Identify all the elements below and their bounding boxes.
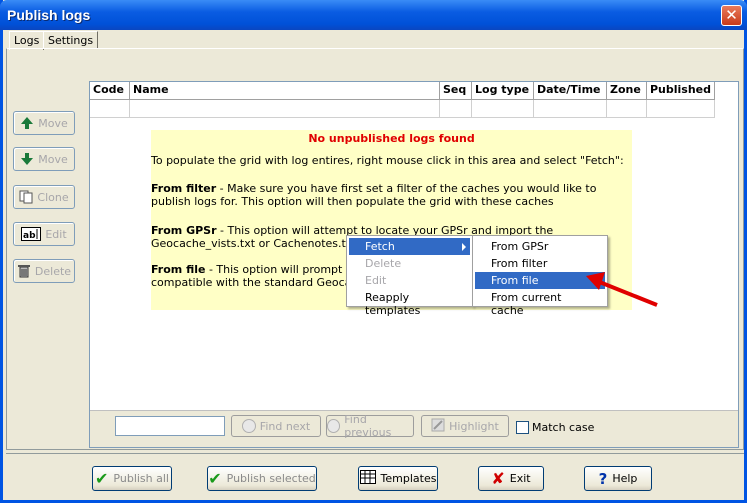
info-file-head: From file	[151, 263, 206, 276]
publish-logs-window: Publish logs ✕ Logs Settings Move Move C…	[0, 0, 747, 503]
check-icon: ✔	[95, 468, 109, 488]
close-icon: ✕	[725, 6, 738, 24]
clone-icon	[19, 190, 33, 204]
clone-button[interactable]: Clone	[13, 185, 75, 209]
arrow-up-icon	[20, 116, 34, 130]
edit-label: Edit	[45, 227, 67, 241]
col-published[interactable]: Published	[647, 82, 715, 100]
info-filter-text: - Make sure you have first set a filter …	[151, 182, 597, 208]
move-up-button[interactable]: Move	[13, 111, 75, 135]
title-bar[interactable]: Publish logs ✕	[0, 0, 747, 30]
submenu-item-from-gpsr[interactable]: From GPSr	[475, 238, 605, 255]
find-previous-button[interactable]: Find previous	[326, 413, 414, 439]
publish-all-button[interactable]: ✔ Publish all	[92, 466, 172, 491]
edit-button[interactable]: ab Edit	[13, 222, 75, 246]
menu-item-edit-label: Edit	[365, 274, 387, 287]
info-gpsr-head: From GPSr	[151, 224, 217, 237]
highlight-label: Highlight	[449, 419, 499, 433]
grid-header: Code Name Seq Log type Date/Time Zone Pu…	[90, 82, 715, 100]
edit-icon: ab	[21, 227, 42, 241]
move-up-label: Move	[38, 116, 68, 130]
move-down-button[interactable]: Move	[13, 147, 75, 171]
menu-item-fetch-label: Fetch	[365, 240, 395, 253]
templates-button[interactable]: Templates	[358, 466, 438, 491]
find-next-icon	[241, 419, 256, 433]
search-bar: Find next Find previous Highlight Match …	[90, 410, 738, 447]
match-case-checkbox[interactable]	[516, 421, 529, 434]
window-title: Publish logs	[7, 7, 91, 23]
check-icon: ✔	[208, 468, 222, 488]
separator-line	[6, 453, 744, 454]
tab-settings-label: Settings	[48, 34, 94, 47]
grid-empty-row	[90, 100, 715, 118]
menu-item-reapply-templates[interactable]: Reapply templates	[349, 289, 470, 317]
menu-item-edit[interactable]: Edit	[349, 272, 470, 289]
find-input[interactable]	[115, 416, 225, 436]
find-next-button[interactable]: Find next	[231, 415, 321, 437]
delete-label: Delete	[34, 264, 72, 278]
col-log-type[interactable]: Log type	[472, 82, 534, 100]
tab-settings[interactable]: Settings	[43, 31, 99, 49]
red-arrow-icon	[586, 272, 658, 307]
menu-item-delete[interactable]: Delete	[349, 255, 470, 272]
exit-x-icon: ✘	[491, 468, 505, 488]
highlight-icon	[431, 418, 445, 435]
submenu-arrow-icon	[462, 243, 466, 251]
col-date-time[interactable]: Date/Time	[534, 82, 607, 100]
info-file-text-2: compatible with the standard Geocache_	[151, 276, 377, 289]
templates-label: Templates	[380, 472, 437, 485]
col-code[interactable]: Code	[90, 82, 130, 100]
exit-label: Exit	[509, 472, 531, 485]
info-title: No unpublished logs found	[308, 132, 475, 145]
submenu-from-gpsr-label: From GPSr	[491, 240, 549, 253]
info-filter: From filter - Make sure you have first s…	[151, 182, 629, 208]
publish-selected-button[interactable]: ✔ Publish selected	[207, 466, 317, 491]
info-intro: To populate the grid with log entires, r…	[151, 154, 624, 167]
clone-label: Clone	[37, 190, 69, 204]
submenu-from-filter-label: From filter	[491, 257, 548, 270]
submenu-from-file-label: From file	[491, 274, 539, 287]
exit-button[interactable]: ✘ Exit	[478, 466, 544, 491]
match-case-label: Match case	[532, 421, 595, 434]
arrow-down-icon	[20, 152, 34, 166]
trash-icon	[17, 264, 31, 278]
col-name[interactable]: Name	[130, 82, 440, 100]
publish-selected-label: Publish selected	[226, 472, 316, 485]
col-zone[interactable]: Zone	[607, 82, 647, 100]
highlight-button[interactable]: Highlight	[421, 415, 509, 437]
context-menu: Fetch Delete Edit Reapply templates	[346, 235, 473, 317]
info-filter-head: From filter	[151, 182, 217, 195]
find-previous-icon	[327, 419, 341, 433]
help-label: Help	[612, 472, 638, 485]
menu-item-delete-label: Delete	[365, 257, 402, 270]
move-down-label: Move	[38, 152, 68, 166]
delete-button[interactable]: Delete	[13, 259, 75, 283]
close-button[interactable]: ✕	[721, 5, 742, 26]
svg-text:ab: ab	[23, 231, 36, 241]
menu-item-fetch[interactable]: Fetch	[349, 238, 470, 255]
help-button[interactable]: ? Help	[584, 466, 652, 491]
help-icon: ?	[598, 469, 608, 488]
menu-item-reapply-label: Reapply templates	[365, 291, 421, 317]
find-next-label: Find next	[259, 419, 311, 433]
col-seq[interactable]: Seq	[440, 82, 472, 100]
publish-all-label: Publish all	[113, 472, 169, 485]
find-previous-label: Find previous	[344, 413, 392, 439]
tab-logs-label: Logs	[14, 34, 40, 47]
templates-icon	[359, 470, 376, 487]
